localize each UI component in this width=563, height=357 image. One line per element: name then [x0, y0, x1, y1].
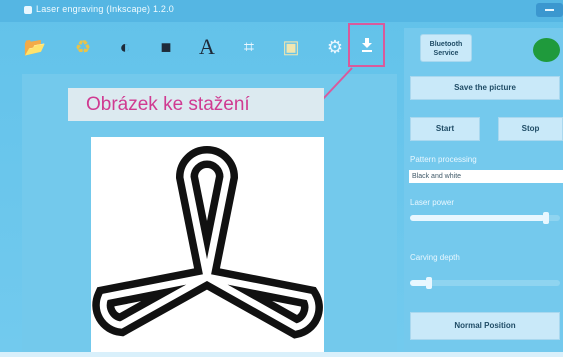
bluetooth-button[interactable]: Bluetooth Service — [420, 34, 472, 62]
stop-button[interactable]: Stop — [498, 117, 563, 141]
carving-depth-label: Carving depth — [410, 253, 460, 262]
connection-status-indicator — [533, 38, 560, 62]
start-button[interactable]: Start — [410, 117, 480, 141]
laser-power-label: Laser power — [410, 198, 455, 207]
app-window: Laser engraving (Inkscape) 1.2.0 📂 ♻ ◐ ■… — [0, 0, 563, 352]
chain-link-image — [92, 146, 323, 339]
download-callout: Obrázek ke stažení — [68, 88, 324, 121]
carving-depth-slider[interactable] — [410, 277, 560, 289]
pattern-processing-select[interactable]: Black and white — [409, 170, 563, 183]
pattern-processing-label: Pattern processing — [410, 155, 477, 164]
normal-position-button[interactable]: Normal Position — [410, 312, 560, 340]
image-preview — [91, 137, 324, 352]
save-picture-button[interactable]: Save the picture — [410, 76, 560, 100]
slider-thumb[interactable] — [426, 277, 432, 289]
slider-thumb[interactable] — [543, 212, 549, 224]
laser-power-slider[interactable] — [410, 212, 560, 224]
